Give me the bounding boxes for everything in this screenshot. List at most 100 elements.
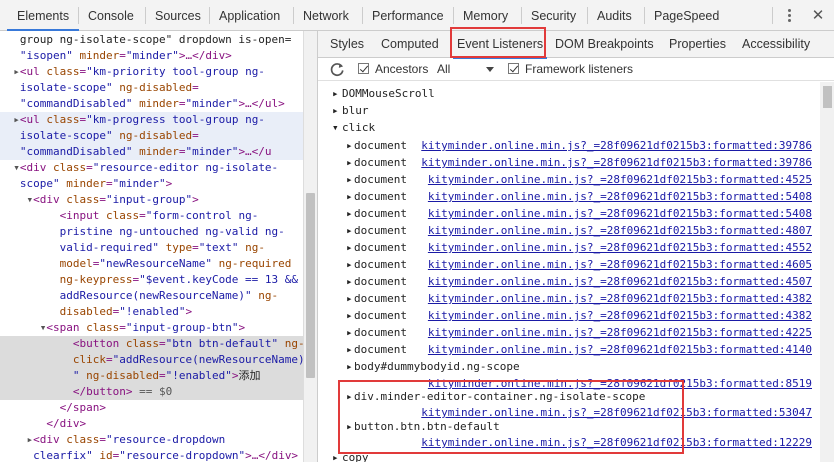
dom-node-line[interactable]: ng-keypress="$event.keyCode == 13 && [0, 272, 303, 288]
listener-target[interactable]: document [354, 240, 407, 256]
dom-node-line[interactable]: <input class="form-control ng- [0, 208, 303, 224]
listener-target[interactable]: document [354, 189, 407, 205]
listener-source-link[interactable]: kityminder.online.min.js?_=28f09621df021… [428, 274, 812, 290]
dom-node-line[interactable]: pristine ng-untouched ng-valid ng- [0, 224, 303, 240]
dom-node-line[interactable]: clearfix" id="resource-dropdown">…</div> [0, 448, 303, 462]
collapsed-triangle-icon[interactable]: ▸ [346, 342, 353, 358]
listener-source-link[interactable]: kityminder.online.min.js?_=28f09621df021… [428, 257, 812, 273]
listener-source-link[interactable]: kityminder.online.min.js?_=28f09621df021… [428, 308, 812, 324]
collapsed-triangle-icon[interactable]: ▸ [346, 206, 353, 222]
listener-target[interactable]: body#dummybodyid.ng-scope [354, 359, 520, 375]
expanded-triangle-icon[interactable]: ▾ [332, 120, 339, 136]
listener-target[interactable]: document [354, 274, 407, 290]
tab-network[interactable]: Network [303, 0, 349, 31]
framework-listeners-checkbox[interactable] [508, 63, 519, 74]
dom-node-line[interactable]: addResource(newResourceName)" ng- [0, 288, 303, 304]
event-group-click[interactable]: click [342, 120, 375, 136]
dom-node-line[interactable]: valid-required" type="text" ng- [0, 240, 303, 256]
dom-node-line[interactable]: ▸<div class="resource-dropdown [0, 432, 303, 448]
listener-source-link[interactable]: kityminder.online.min.js?_=28f09621df021… [421, 155, 812, 171]
expanded-triangle-icon[interactable]: ▾ [13, 161, 20, 174]
listener-target[interactable]: document [354, 342, 407, 358]
collapsed-triangle-icon[interactable]: ▸ [346, 189, 353, 205]
collapsed-triangle-icon[interactable]: ▸ [346, 325, 353, 341]
event-group-dommousescroll[interactable]: DOMMouseScroll [342, 86, 435, 102]
collapsed-triangle-icon[interactable]: ▸ [346, 359, 353, 375]
refresh-icon[interactable] [330, 62, 345, 77]
dom-node-line[interactable]: scope" minder="minder"> [0, 176, 303, 192]
dom-node-line[interactable]: ▾<div class="resource-editor ng-isolate- [0, 160, 303, 176]
dom-node-line[interactable]: " ng-disabled="!enabled">添加 [0, 368, 303, 384]
listener-source-link[interactable]: kityminder.online.min.js?_=28f09621df021… [428, 291, 812, 307]
dom-node-line[interactable]: ▸<ul class="km-progress tool-group ng- [0, 112, 303, 128]
dom-node-line[interactable]: group ng-isolate-scope" dropdown is-open… [0, 32, 303, 48]
kebab-menu-icon[interactable] [780, 6, 798, 24]
listener-target[interactable]: document [354, 172, 407, 188]
dom-node-line[interactable]: "isopen" minder="minder">…</div> [0, 48, 303, 64]
collapsed-triangle-icon[interactable]: ▸ [346, 291, 353, 307]
collapsed-triangle-icon[interactable]: ▸ [346, 172, 353, 188]
tab-sources[interactable]: Sources [155, 0, 201, 31]
listener-target[interactable]: document [354, 291, 407, 307]
dom-node-line[interactable]: "commandDisabled" minder="minder">…</u [0, 144, 303, 160]
event-group-blur[interactable]: blur [342, 103, 369, 119]
tab-dom-breakpoints[interactable]: DOM Breakpoints [555, 31, 654, 58]
close-icon[interactable]: ✕ [808, 4, 828, 26]
listener-source-link[interactable]: kityminder.online.min.js?_=28f09621df021… [428, 325, 812, 341]
listener-target[interactable]: document [354, 308, 407, 324]
dom-node-line[interactable]: click="addResource(newResourceName) [0, 352, 303, 368]
dom-node-line[interactable]: model="newResourceName" ng-required [0, 256, 303, 272]
tab-console[interactable]: Console [88, 0, 134, 31]
collapsed-triangle-icon[interactable]: ▸ [332, 103, 339, 119]
tab-pagespeed[interactable]: PageSpeed [654, 0, 719, 31]
dom-node-line[interactable]: "commandDisabled" minder="minder">…</ul> [0, 96, 303, 112]
dom-node-line[interactable]: ▾<div class="input-group"> [0, 192, 303, 208]
dom-node-line[interactable]: isolate-scope" ng-disabled= [0, 80, 303, 96]
listener-target[interactable]: document [354, 138, 407, 154]
collapsed-triangle-icon[interactable]: ▸ [346, 257, 353, 273]
collapsed-triangle-icon[interactable]: ▸ [332, 86, 339, 102]
dom-node-line[interactable]: </div> [0, 416, 303, 432]
collapsed-triangle-icon[interactable]: ▸ [346, 223, 353, 239]
collapsed-triangle-icon[interactable]: ▸ [13, 65, 20, 78]
collapsed-triangle-icon[interactable]: ▸ [346, 308, 353, 324]
ancestors-checkbox[interactable] [358, 63, 369, 74]
listeners-scrollbar-thumb[interactable] [823, 86, 832, 108]
listener-target[interactable]: document [354, 257, 407, 273]
listener-source-link[interactable]: kityminder.online.min.js?_=28f09621df021… [428, 172, 812, 188]
tab-application[interactable]: Application [219, 0, 280, 31]
listener-source-link[interactable]: kityminder.online.min.js?_=28f09621df021… [428, 189, 812, 205]
dom-node-line[interactable]: ▾<span class="input-group-btn"> [0, 320, 303, 336]
elements-scrollbar-thumb[interactable] [306, 193, 315, 378]
listener-target[interactable]: document [354, 325, 407, 341]
collapsed-triangle-icon[interactable]: ▸ [346, 138, 353, 154]
listener-source-link[interactable]: kityminder.online.min.js?_=28f09621df021… [428, 206, 812, 222]
dom-node-line[interactable]: ▸<ul class="km-priority tool-group ng- [0, 64, 303, 80]
collapsed-triangle-icon[interactable]: ▸ [346, 155, 353, 171]
listener-source-link[interactable]: kityminder.online.min.js?_=28f09621df021… [428, 223, 812, 239]
chevron-down-icon[interactable] [486, 67, 494, 72]
tab-performance[interactable]: Performance [372, 0, 444, 31]
collapsed-triangle-icon[interactable]: ▸ [13, 113, 20, 126]
listener-target[interactable]: document [354, 223, 407, 239]
dom-node-line[interactable]: </span> [0, 400, 303, 416]
dom-node-line[interactable]: disabled="!enabled"> [0, 304, 303, 320]
collapsed-triangle-icon[interactable]: ▸ [346, 274, 353, 290]
listener-target[interactable]: document [354, 155, 407, 171]
tab-computed[interactable]: Computed [381, 31, 439, 58]
tab-elements[interactable]: Elements [6, 0, 80, 31]
filter-select[interactable]: All [437, 62, 450, 76]
dom-node-line[interactable]: <button class="btn btn-default" ng- [0, 336, 303, 352]
dom-node-line[interactable]: </button> == $0 [0, 384, 303, 400]
listeners-scrollbar-track[interactable] [820, 82, 834, 462]
collapsed-triangle-icon[interactable]: ▸ [346, 240, 353, 256]
tab-audits[interactable]: Audits [597, 0, 632, 31]
listener-source-link[interactable]: kityminder.online.min.js?_=28f09621df021… [428, 240, 812, 256]
listener-source-link[interactable]: kityminder.online.min.js?_=28f09621df021… [428, 342, 812, 358]
listener-target[interactable]: document [354, 206, 407, 222]
listener-source-link[interactable]: kityminder.online.min.js?_=28f09621df021… [421, 138, 812, 154]
tab-accessibility[interactable]: Accessibility [742, 31, 810, 58]
tab-properties[interactable]: Properties [669, 31, 726, 58]
tab-styles[interactable]: Styles [330, 31, 364, 58]
dom-node-line[interactable]: isolate-scope" ng-disabled= [0, 128, 303, 144]
